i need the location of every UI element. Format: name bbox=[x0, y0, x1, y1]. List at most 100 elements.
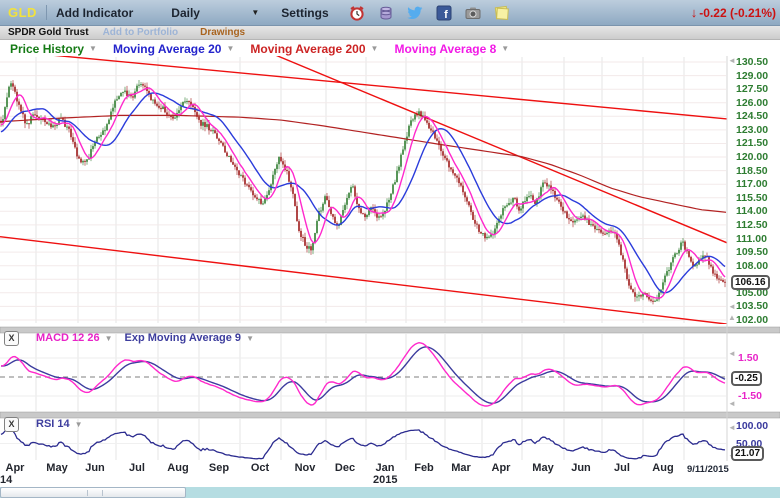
legend-ma20[interactable]: Moving Average 20 ▼ bbox=[113, 42, 234, 56]
price-tick-label: 127.50 bbox=[736, 83, 768, 95]
axis-arrow-icon[interactable]: ◄ bbox=[728, 57, 736, 65]
price-tick-label: 115.50 bbox=[736, 192, 768, 204]
chart-scrollbar-thumb[interactable] bbox=[0, 487, 186, 498]
database-icon[interactable] bbox=[378, 5, 394, 21]
chevron-down-icon: ▼ bbox=[89, 44, 97, 53]
macd-signal-label[interactable]: Exp Moving Average 9 bbox=[125, 332, 242, 344]
price-tick-label: 111.00 bbox=[736, 233, 767, 245]
pane-splitter-rsi[interactable] bbox=[0, 412, 780, 418]
price-tick-label: 120.00 bbox=[736, 151, 768, 163]
last-price-flag: 106.16 bbox=[731, 275, 770, 290]
main-toolbar: GLD Add Indicator Daily ▼ Settings f bbox=[0, 0, 780, 26]
price-tick-label: 121.50 bbox=[736, 137, 768, 149]
facebook-icon[interactable]: f bbox=[436, 5, 452, 21]
chevron-down-icon: ▼ bbox=[251, 8, 259, 17]
twitter-icon[interactable] bbox=[407, 5, 423, 21]
alarm-icon[interactable] bbox=[349, 5, 365, 21]
macd-pane-header: X MACD 12 26 ▼ Exp Moving Average 9 ▼ bbox=[4, 331, 254, 345]
month-label: Jul bbox=[614, 462, 630, 474]
settings-button[interactable]: Settings bbox=[281, 6, 328, 20]
chevron-down-icon: ▼ bbox=[75, 420, 83, 429]
price-tick-label: 102.00 bbox=[736, 314, 768, 326]
trendline-drawings[interactable] bbox=[0, 56, 745, 326]
toolbar-divider bbox=[46, 5, 47, 20]
month-label: Jun bbox=[85, 462, 105, 474]
chevron-down-icon: ▼ bbox=[501, 44, 509, 53]
scrollbar-grip bbox=[87, 490, 103, 496]
chart-canvas[interactable] bbox=[0, 56, 780, 499]
notes-icon[interactable] bbox=[494, 5, 510, 21]
rsi-tick-label: 100.00 bbox=[736, 420, 768, 432]
drawings-link[interactable]: Drawings bbox=[200, 27, 245, 38]
legend-ma200[interactable]: Moving Average 200 ▼ bbox=[250, 42, 378, 56]
end-date-label: 9/11/2015 bbox=[687, 464, 729, 475]
month-label: Nov bbox=[295, 462, 316, 474]
price-change-readout: ↓ -0.22 (-0.21%) bbox=[691, 5, 776, 20]
chevron-down-icon: ▼ bbox=[226, 44, 234, 53]
month-label: Apr bbox=[492, 462, 511, 474]
add-to-portfolio-link[interactable]: Add to Portfolio bbox=[103, 27, 179, 38]
legend-ma8-label: Moving Average 8 bbox=[394, 42, 496, 56]
price-tick-label: 129.00 bbox=[736, 70, 768, 82]
price-tick-label: 109.50 bbox=[736, 246, 768, 258]
axis-arrow-icon[interactable]: ◄ bbox=[728, 400, 736, 408]
axis-arrow-icon[interactable]: ◄ bbox=[728, 350, 736, 358]
close-macd-button[interactable]: X bbox=[4, 331, 19, 346]
legend-ma20-label: Moving Average 20 bbox=[113, 42, 221, 56]
month-label: Jun bbox=[571, 462, 591, 474]
price-tick-label: 103.50 bbox=[736, 300, 768, 312]
toolbar-icon-group: f bbox=[349, 5, 510, 21]
price-tick-label: 124.50 bbox=[736, 110, 768, 122]
down-arrow-icon: ↓ bbox=[691, 5, 698, 20]
month-label: Apr bbox=[6, 462, 25, 474]
month-label: Aug bbox=[652, 462, 673, 474]
month-label: Jul bbox=[129, 462, 145, 474]
legend-ma8[interactable]: Moving Average 8 ▼ bbox=[394, 42, 509, 56]
svg-text:f: f bbox=[444, 9, 448, 21]
charting-app-window: GLD Add Indicator Daily ▼ Settings f bbox=[0, 0, 780, 499]
month-label: May bbox=[532, 462, 553, 474]
price-tick-label: 112.50 bbox=[736, 219, 768, 231]
macd-label[interactable]: MACD 12 26 bbox=[36, 332, 100, 344]
axis-arrow-icon[interactable]: ◄ bbox=[728, 424, 736, 432]
price-tick-label: 130.50 bbox=[736, 56, 768, 68]
price-tick-label: 108.00 bbox=[736, 260, 768, 272]
price-tick-label: 126.00 bbox=[736, 97, 768, 109]
month-label: Dec bbox=[335, 462, 355, 474]
ticker-symbol: GLD bbox=[8, 5, 37, 20]
month-label: Oct bbox=[251, 462, 269, 474]
close-rsi-button[interactable]: X bbox=[4, 417, 19, 432]
jan-year-label: 2015 bbox=[373, 474, 397, 486]
chevron-down-icon: ▼ bbox=[105, 334, 113, 343]
indicator-legend-row: Price History ▼ Moving Average 20 ▼ Movi… bbox=[0, 41, 780, 56]
symbol-subheader: SPDR Gold Trust Add to Portfolio Drawing… bbox=[0, 26, 780, 40]
axis-arrow-icon[interactable]: ◄ bbox=[728, 303, 736, 311]
gridlines bbox=[0, 57, 726, 460]
price-tick-label: 123.00 bbox=[736, 124, 768, 136]
month-label: Mar bbox=[451, 462, 471, 474]
legend-price-history[interactable]: Price History ▼ bbox=[10, 42, 97, 56]
rsi-pane-header: X RSI 14 ▼ bbox=[4, 417, 83, 431]
start-year-label: 14 bbox=[0, 474, 12, 486]
month-label: Jan bbox=[376, 462, 395, 474]
change-value: -0.22 (-0.21%) bbox=[699, 6, 776, 20]
price-tick-label: 118.50 bbox=[736, 165, 768, 177]
price-tick-label: 114.00 bbox=[736, 205, 768, 217]
legend-price-history-label: Price History bbox=[10, 42, 84, 56]
month-label: Aug bbox=[167, 462, 188, 474]
chevron-down-icon: ▼ bbox=[371, 44, 379, 53]
rsi-label[interactable]: RSI 14 bbox=[36, 418, 70, 430]
month-label: Sep bbox=[209, 462, 229, 474]
camera-icon[interactable] bbox=[465, 5, 481, 21]
legend-ma200-label: Moving Average 200 bbox=[250, 42, 365, 56]
macd-tick-label: -1.50 bbox=[738, 390, 762, 402]
month-label: May bbox=[46, 462, 67, 474]
add-indicator-button[interactable]: Add Indicator bbox=[56, 6, 133, 20]
timeframe-dropdown[interactable]: Daily ▼ bbox=[171, 6, 259, 20]
chevron-down-icon: ▼ bbox=[246, 334, 254, 343]
month-label: Feb bbox=[414, 462, 434, 474]
axis-arrow-icon[interactable]: ▲ bbox=[728, 314, 736, 322]
security-name: SPDR Gold Trust bbox=[8, 27, 89, 38]
rsi-value-flag: 21.07 bbox=[731, 446, 764, 461]
candlestick-series bbox=[0, 80, 726, 304]
